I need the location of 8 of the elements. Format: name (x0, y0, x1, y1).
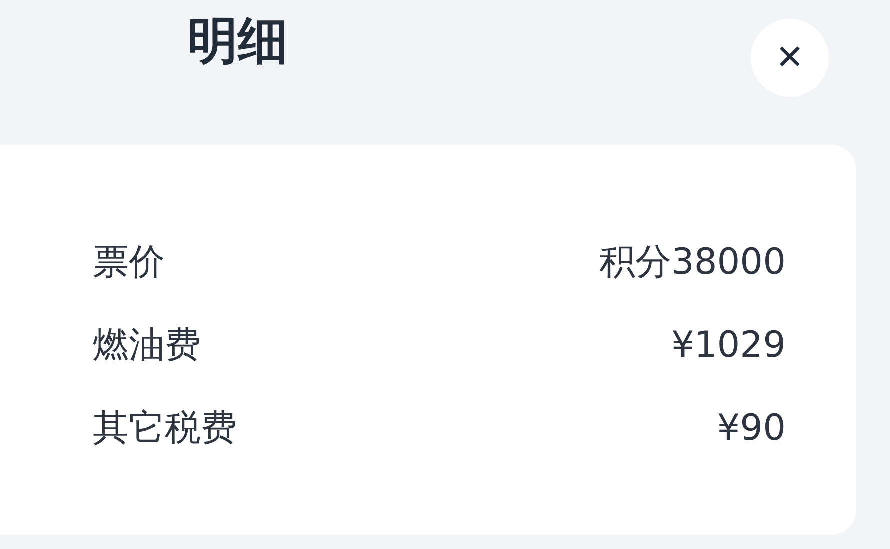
fee-amount: ¥1029 (671, 325, 786, 366)
fee-label: 其它税费 (93, 407, 237, 451)
fee-amount: 积分38000 (599, 241, 786, 285)
sheet-title: 明细 (188, 11, 288, 72)
fee-label: 燃油费 (93, 324, 201, 368)
close-button[interactable]: ✕ (751, 19, 829, 97)
fee-label: 票价 (93, 241, 165, 285)
fee-amount: ¥90 (717, 408, 786, 449)
